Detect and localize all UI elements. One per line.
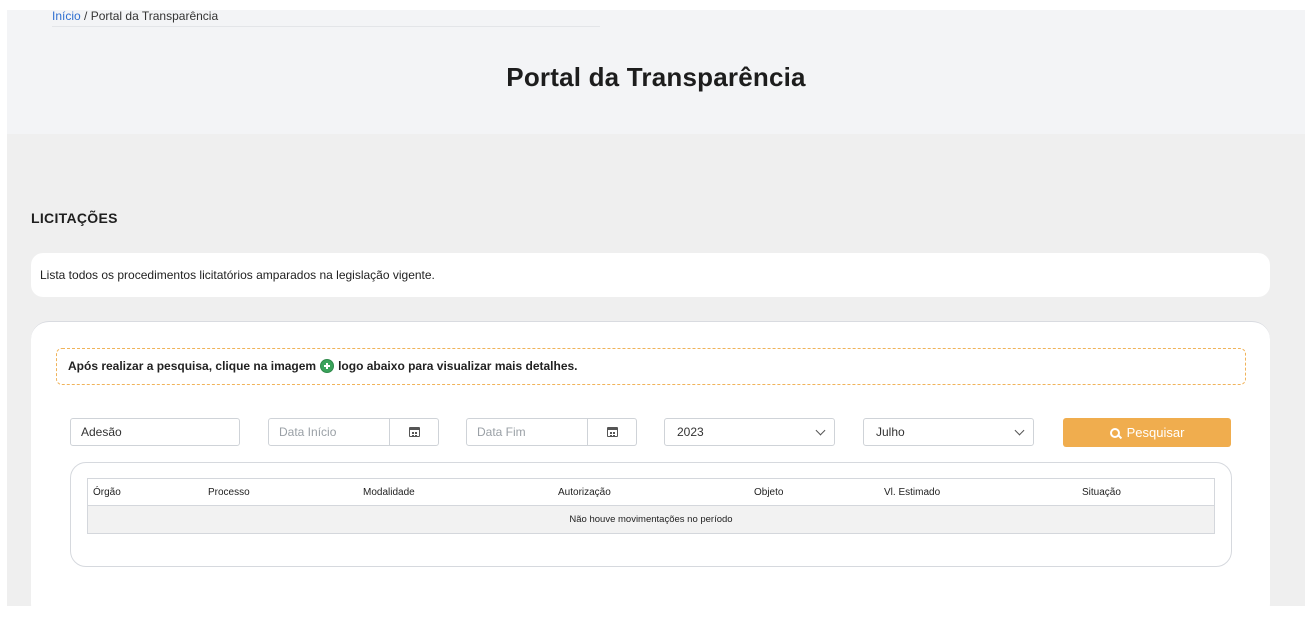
column-header-autorizacao[interactable]: Autorização [553, 478, 749, 506]
empty-results-message: Não houve movimentações no período [87, 505, 1215, 534]
data-fim-calendar-button[interactable] [587, 419, 636, 445]
column-header-processo[interactable]: Processo [203, 478, 358, 506]
search-button-label: Pesquisar [1126, 425, 1185, 440]
data-inicio-input[interactable] [269, 419, 389, 445]
modalidade-field[interactable] [70, 418, 240, 446]
results-card: Órgão Processo Modalidade Autorização Ob… [70, 462, 1232, 567]
info-notice: Após realizar a pesquisa, clique na imag… [56, 348, 1246, 385]
search-panel: Após realizar a pesquisa, clique na imag… [31, 321, 1270, 622]
column-header-situacao[interactable]: Situação [1077, 478, 1215, 506]
calendar-icon [606, 427, 618, 437]
mes-select-value: Julho [876, 425, 905, 439]
data-fim-input[interactable] [467, 419, 587, 445]
description-box: Lista todos os procedimentos licitatório… [31, 253, 1270, 297]
chevron-down-icon [1014, 425, 1025, 435]
breadcrumb-separator: / [84, 10, 88, 23]
breadcrumb-current: Portal da Transparência [90, 10, 219, 23]
chevron-down-icon [815, 425, 826, 435]
ano-select-value: 2023 [677, 425, 704, 439]
notice-text-after: logo abaixo para visualizar mais detalhe… [338, 359, 578, 373]
data-fim-field[interactable] [466, 418, 637, 446]
plus-circle-icon [320, 359, 335, 373]
search-button[interactable]: Pesquisar [1063, 418, 1231, 447]
data-inicio-calendar-button[interactable] [389, 419, 438, 445]
mes-select[interactable]: Julho [863, 418, 1034, 446]
column-header-modalidade[interactable]: Modalidade [358, 478, 553, 506]
table-row: Não houve movimentações no período [87, 505, 1215, 534]
column-header-objeto[interactable]: Objeto [749, 478, 879, 506]
ano-select[interactable]: 2023 [664, 418, 835, 446]
page-title: Portal da Transparência [506, 62, 806, 92]
column-header-vl-estimado[interactable]: Vl. Estimado [879, 478, 1077, 506]
notice-text-before: Após realizar a pesquisa, clique na imag… [68, 359, 317, 373]
search-icon [1109, 427, 1120, 438]
column-header-orgao[interactable]: Órgão [87, 478, 203, 506]
data-inicio-field[interactable] [268, 418, 439, 446]
table-header-row: Órgão Processo Modalidade Autorização Ob… [87, 478, 1215, 506]
calendar-icon [408, 427, 420, 437]
breadcrumb-home-link[interactable]: Início [52, 10, 81, 23]
section-title: LICITAÇÕES [31, 210, 118, 226]
notice-text: Após realizar a pesquisa, clique na imag… [68, 359, 578, 373]
modalidade-input[interactable] [71, 419, 239, 445]
section-description: Lista todos os procedimentos licitatório… [40, 268, 435, 282]
results-table: Órgão Processo Modalidade Autorização Ob… [87, 478, 1215, 534]
breadcrumb: Início / Portal da Transparência [52, 10, 600, 27]
